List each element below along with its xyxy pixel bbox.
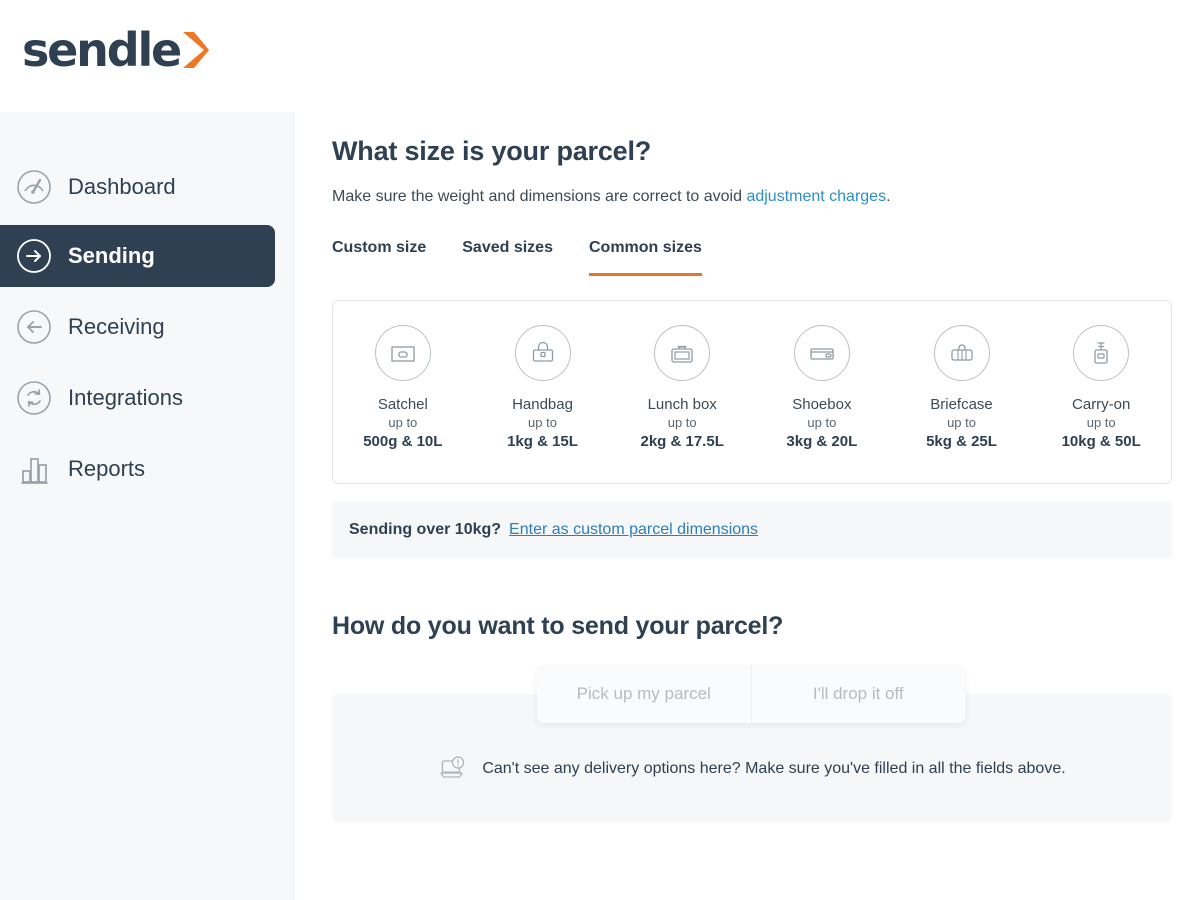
sidebar-item-label: Dashboard — [68, 174, 176, 199]
sidebar-item-dashboard[interactable]: Dashboard — [0, 156, 275, 218]
size-upto: up to — [807, 414, 837, 430]
size-icon-wrap — [1073, 325, 1130, 381]
sidebar-item-sending[interactable]: Sending — [0, 225, 275, 287]
page-subtitle: Make sure the weight and dimensions are … — [332, 188, 891, 206]
over-weight-banner: Sending over 10kg? Enter as custom parce… — [332, 502, 1172, 558]
pick-up-option[interactable]: Pick up my parcel — [537, 665, 751, 723]
no-options-hint: Can't see any delivery options here? Mak… — [332, 755, 1172, 783]
send-method-title: How do you want to send your parcel? — [332, 612, 784, 640]
shoebox-icon — [810, 348, 834, 360]
sync-icon — [17, 381, 51, 415]
tab-common-sizes[interactable]: Common sizes — [588, 239, 702, 276]
size-label: Carry-on — [1072, 396, 1131, 413]
adjustment-charges-link[interactable]: adjustment charges — [746, 188, 886, 205]
subtitle-prefix: Make sure the weight and dimensions are … — [332, 188, 747, 205]
sidebar-item-label: Receiving — [68, 314, 165, 339]
size-icon-wrap — [793, 325, 850, 381]
bar-chart-icon — [21, 458, 48, 484]
size-limit: 10kg & 50L — [1061, 432, 1141, 450]
size-label: Shoebox — [792, 396, 852, 413]
drop-off-option[interactable]: I'll drop it off — [750, 665, 966, 723]
size-limit: 5kg & 25L — [926, 432, 997, 450]
size-upto: up to — [667, 414, 697, 430]
size-limit: 2kg & 17.5L — [640, 432, 724, 450]
sendle-logo[interactable]: sendle — [22, 27, 211, 73]
lunchbox-icon — [671, 345, 693, 363]
size-label: Handbag — [512, 396, 573, 413]
sidebar: Dashboard Sending Receiving Integrations… — [0, 112, 295, 900]
sidebar-item-reports[interactable]: Reports — [0, 438, 275, 500]
no-options-hint-text: Can't see any delivery options here? Mak… — [482, 760, 1066, 777]
size-option-shoebox[interactable]: Shoebox up to 3kg & 20L — [752, 325, 892, 451]
size-icon-wrap — [514, 325, 571, 381]
handbag-icon — [532, 341, 553, 362]
sidebar-item-label: Reports — [68, 456, 146, 481]
send-method-toggle: Pick up my parcel I'll drop it off — [537, 665, 965, 723]
gauge-icon — [17, 170, 51, 204]
arrow-right-icon — [17, 239, 51, 273]
sidebar-item-label: Integrations — [68, 385, 183, 410]
size-option-handbag[interactable]: Handbag up to 1kg & 15L — [473, 325, 613, 451]
tab-saved-sizes[interactable]: Saved sizes — [462, 239, 553, 276]
size-icon-wrap — [654, 325, 711, 381]
size-option-briefcase[interactable]: Briefcase up to 5kg & 25L — [892, 325, 1032, 451]
arrow-left-icon — [17, 310, 51, 344]
size-icon-wrap — [933, 325, 990, 381]
over-weight-text: Sending over 10kg? — [349, 521, 502, 538]
page-title: What size is your parcel? — [332, 136, 652, 166]
size-upto: up to — [947, 414, 976, 430]
size-label: Lunch box — [647, 396, 717, 413]
briefcase-icon — [950, 344, 973, 361]
main-content: What size is your parcel? Make sure the … — [332, 0, 1200, 900]
sidebar-item-integrations[interactable]: Integrations — [0, 367, 275, 429]
size-upto: up to — [528, 414, 557, 430]
logo-area: sendle — [0, 0, 295, 112]
size-icon-wrap — [374, 325, 431, 381]
size-label: Briefcase — [930, 396, 993, 413]
satchel-icon — [391, 346, 415, 362]
size-label: Satchel — [377, 396, 428, 413]
tab-custom-size[interactable]: Custom size — [332, 239, 426, 276]
size-limit: 1kg & 15L — [507, 432, 578, 450]
carryon-icon — [1094, 342, 1108, 364]
laptop-alert-icon — [440, 756, 465, 778]
size-limit: 3kg & 20L — [786, 432, 858, 450]
sidebar-item-receiving[interactable]: Receiving — [0, 296, 275, 358]
size-option-lunch-box[interactable]: Lunch box up to 2kg & 17.5L — [612, 325, 752, 451]
chevron-right-icon — [183, 32, 210, 68]
size-option-carry-on[interactable]: Carry-on up to 10kg & 50L — [1031, 325, 1171, 451]
sidebar-item-label: Sending — [68, 243, 155, 268]
logo-wordmark: sendle — [22, 23, 182, 77]
size-upto: up to — [1086, 414, 1116, 430]
subtitle-suffix: . — [886, 188, 891, 205]
app-root: sendle Dashboard Sending Receiving Integ… — [0, 0, 1200, 900]
size-tabs: Custom size Saved sizes Common sizes — [332, 239, 738, 276]
size-option-satchel[interactable]: Satchel up to 500g & 10L — [333, 325, 473, 451]
common-sizes-card: Satchel up to 500g & 10L Handbag up to 1… — [332, 300, 1172, 484]
size-upto: up to — [388, 414, 418, 430]
custom-dimensions-link[interactable]: Enter as custom parcel dimensions — [509, 521, 758, 539]
size-limit: 500g & 10L — [363, 432, 443, 450]
